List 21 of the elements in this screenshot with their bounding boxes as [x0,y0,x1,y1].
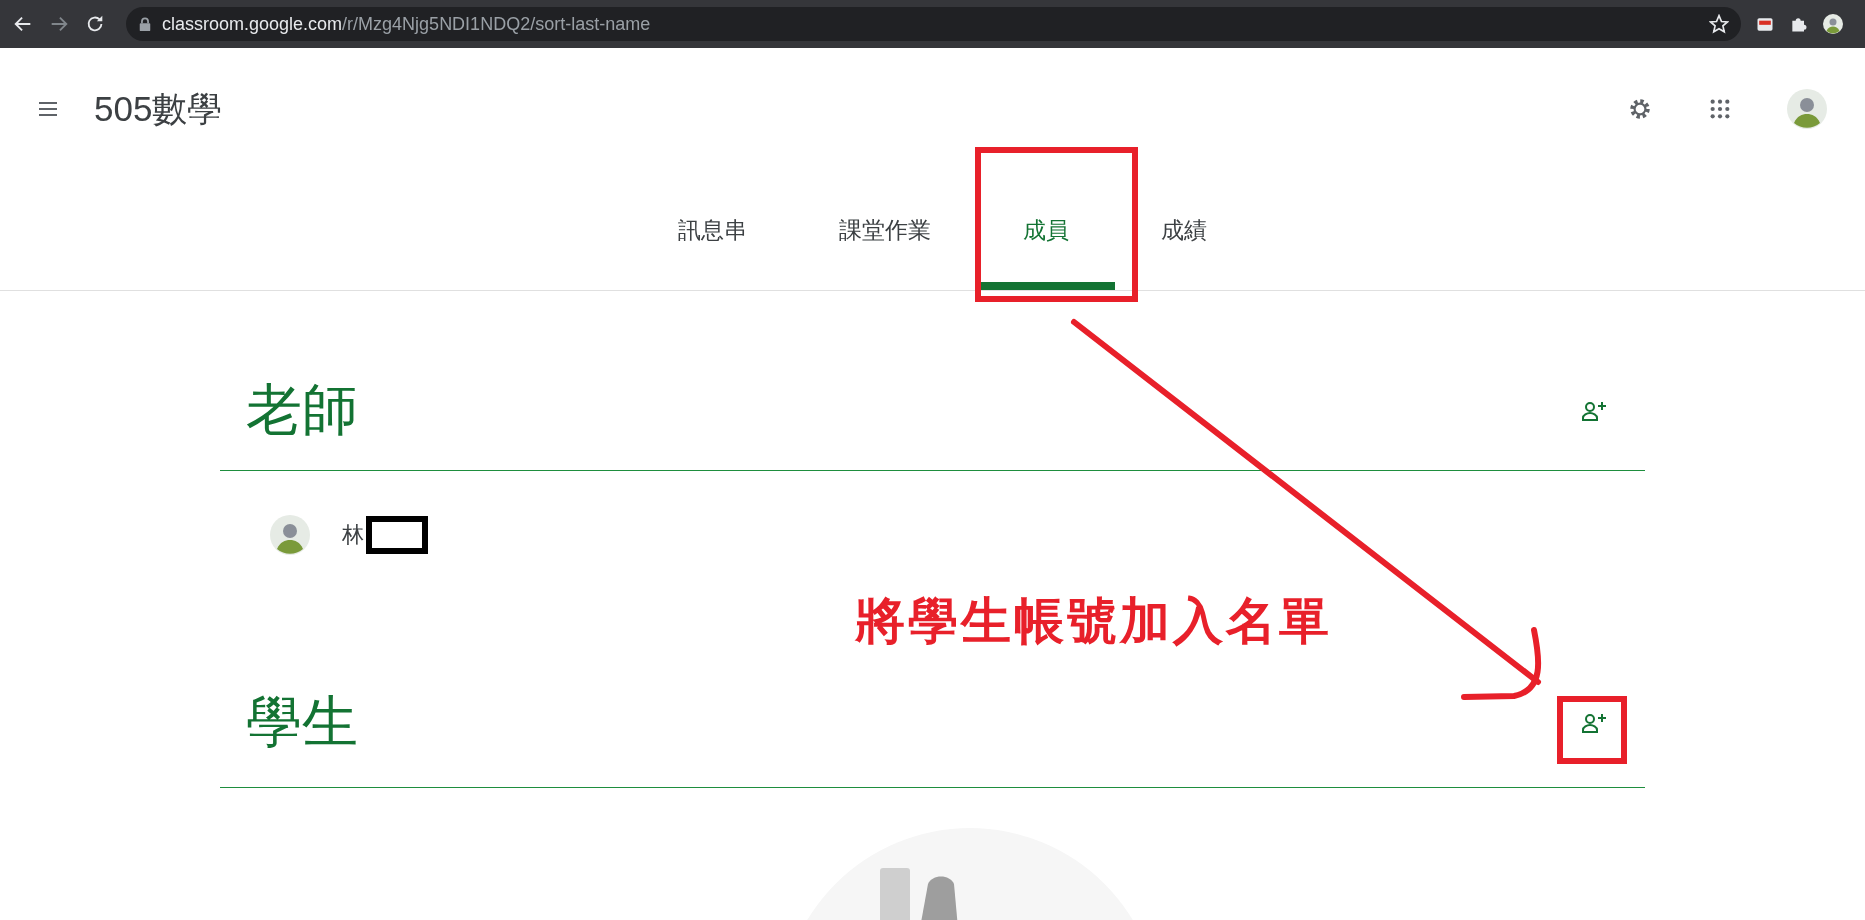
settings-icon[interactable] [1627,96,1653,122]
tab[interactable]: 訊息串 [632,170,793,290]
section-heading: 老師 [246,376,358,443]
url-text: classroom.google.com/r/Mzg4Njg5NDI1NDQ2/sort-last-name [162,13,652,35]
tab[interactable]: 成績 [1115,170,1253,290]
avatar-icon [270,515,310,555]
address-bar[interactable]: classroom.google.com/r/Mzg4Njg5NDI1NDQ2/sort-last-name [126,7,1741,41]
annotation-text: 將學生帳號加入名單 [855,592,1332,651]
avatar-icon [1787,89,1827,129]
lock-icon [138,16,152,32]
add-person-icon[interactable] [1581,712,1607,734]
highlight-frame [1557,696,1627,764]
tab[interactable]: 課堂作業 [793,170,977,290]
avatar-icon [1823,14,1843,34]
star-icon[interactable] [1709,14,1729,34]
tab[interactable]: 成員 [977,170,1115,290]
add-person-icon[interactable] [1581,399,1607,422]
member-name: 林 [342,521,364,549]
class-title: 505數學 [94,87,224,130]
apps-grid-icon[interactable] [1709,98,1731,120]
section-heading: 學生 [246,689,358,755]
